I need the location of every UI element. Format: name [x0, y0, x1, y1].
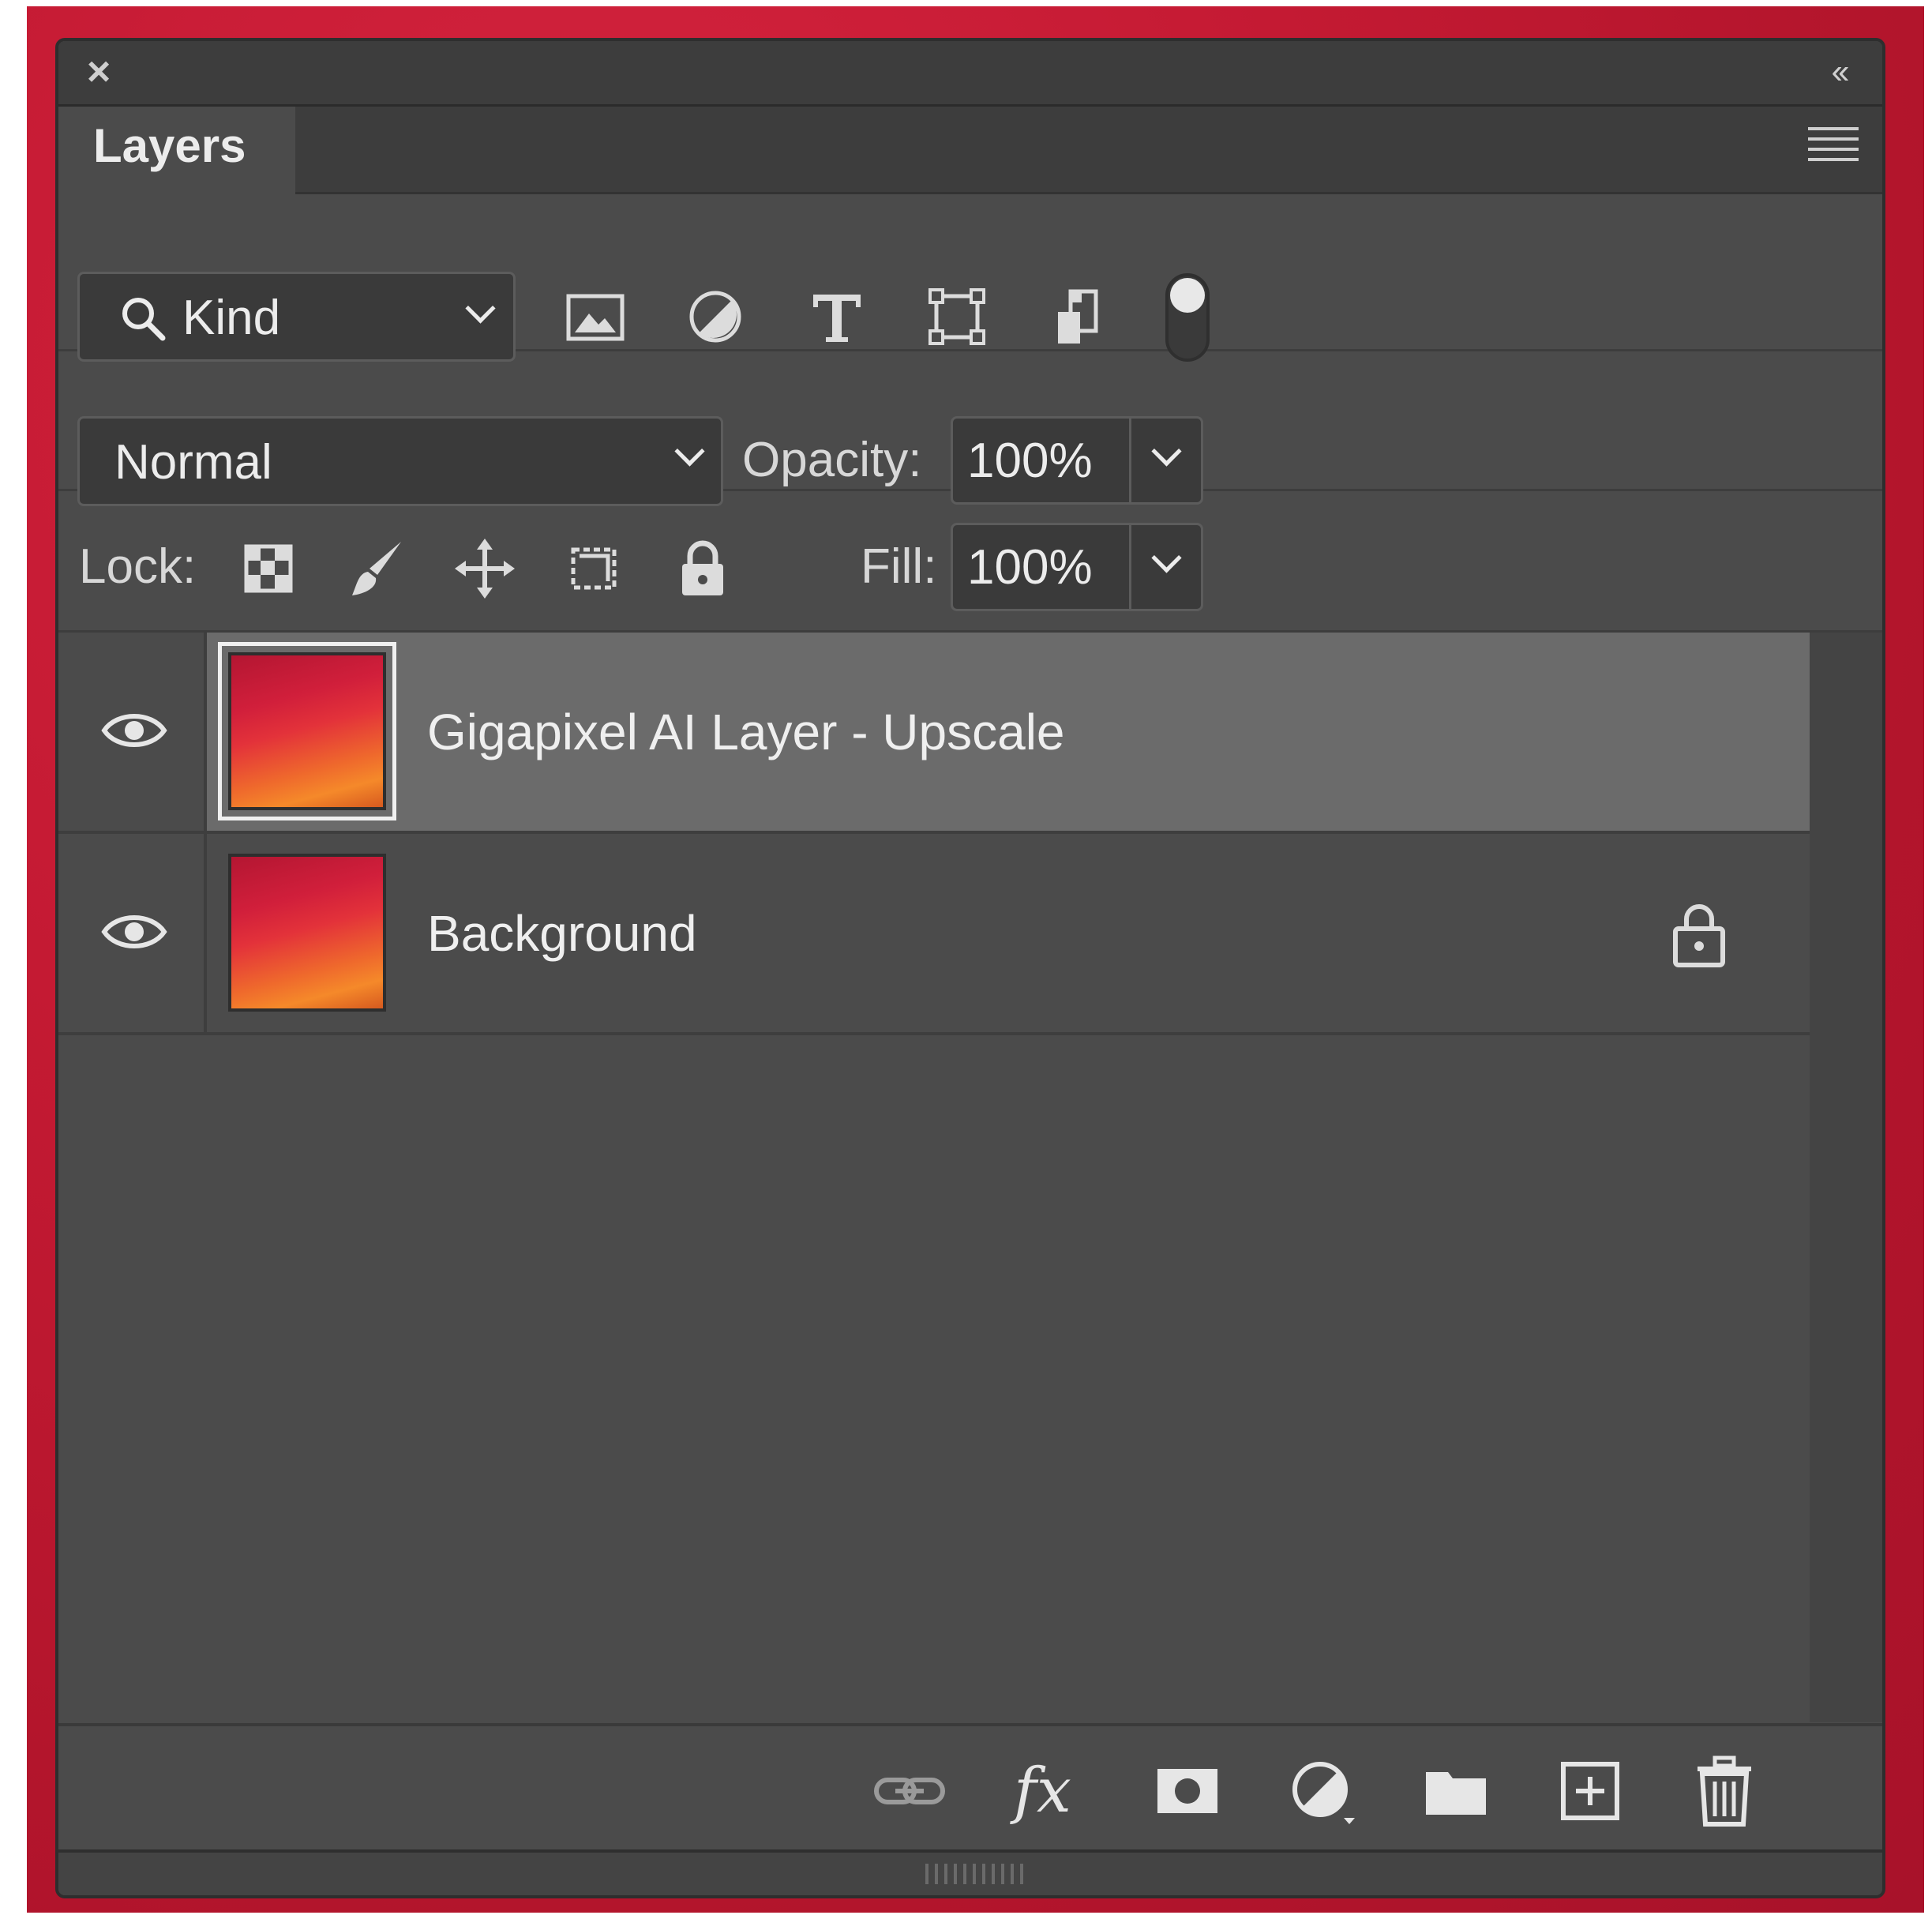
- close-icon[interactable]: ×: [79, 51, 118, 92]
- resize-grip-icon[interactable]: [925, 1864, 1028, 1884]
- fx-icon[interactable]: fx: [1014, 1753, 1090, 1829]
- blend-row: Normal Opacity: 100%: [58, 351, 1882, 506]
- chevron-down-icon[interactable]: [1151, 436, 1182, 467]
- type-filter-icon[interactable]: [805, 285, 868, 348]
- layer-name[interactable]: Gigapixel AI Layer - Upscale: [427, 700, 1065, 764]
- new-layer-icon[interactable]: [1552, 1753, 1628, 1829]
- layer-row-background[interactable]: Background: [58, 834, 1810, 1035]
- filter-toggle-icon[interactable]: [1165, 273, 1210, 362]
- kind-filter-label: Kind: [182, 291, 281, 345]
- footer-toolbar: fx: [58, 1723, 1882, 1849]
- link-layers-icon[interactable]: [872, 1753, 947, 1829]
- opacity-label: Opacity:: [742, 433, 922, 487]
- lock-icon[interactable]: [1671, 900, 1728, 970]
- chevron-down-icon: [674, 436, 705, 467]
- lock-position-move-icon[interactable]: [453, 537, 516, 600]
- chevron-down-icon[interactable]: [1151, 543, 1182, 573]
- filter-row: Kind: [58, 194, 1882, 362]
- collapse-icon[interactable]: ‹‹: [1814, 54, 1862, 90]
- layers-panel: × ‹‹ Layers Kind Normal Opacity: 100% Lo…: [55, 38, 1885, 1898]
- smart-object-filter-icon[interactable]: [1047, 285, 1110, 348]
- adjustment-filter-icon[interactable]: [684, 285, 747, 348]
- layer-name[interactable]: Background: [427, 902, 697, 965]
- panel-title-bar: × ‹‹: [58, 41, 1882, 107]
- fill-label: Fill:: [861, 539, 937, 594]
- image-filter-icon[interactable]: [564, 285, 627, 348]
- fill-field[interactable]: 100%: [951, 523, 1203, 611]
- chevron-down-icon: [465, 293, 496, 324]
- eye-visibility-icon[interactable]: [101, 908, 167, 956]
- lock-artboard-icon[interactable]: [562, 537, 625, 600]
- delete-icon[interactable]: [1686, 1753, 1762, 1829]
- layer-row-gigapixel[interactable]: Gigapixel AI Layer - Upscale: [58, 633, 1810, 834]
- shape-filter-icon[interactable]: [925, 285, 989, 348]
- lock-label: Lock:: [79, 539, 197, 594]
- fill-value[interactable]: 100%: [967, 538, 1093, 598]
- panel-menu-icon[interactable]: [1808, 127, 1859, 167]
- group-folder-icon[interactable]: [1418, 1753, 1494, 1829]
- eye-visibility-icon[interactable]: [101, 707, 167, 754]
- blend-mode-value: Normal: [114, 435, 272, 490]
- layer-thumbnail[interactable]: [218, 642, 396, 820]
- panel-resize-strip[interactable]: [58, 1849, 1882, 1895]
- layers-list: Gigapixel AI Layer - Upscale Background: [58, 633, 1810, 1722]
- lock-row: Lock: Fill: 100%: [58, 491, 1882, 633]
- lock-image-pixels-brush-icon[interactable]: [346, 537, 409, 600]
- lock-all-icon[interactable]: [671, 537, 734, 600]
- layers-scroll-gutter[interactable]: [1810, 633, 1882, 1722]
- search-icon: [122, 298, 166, 341]
- mask-icon[interactable]: [1150, 1753, 1225, 1829]
- tab-strip: Layers: [58, 107, 1882, 194]
- adjustment-layer-icon[interactable]: [1284, 1753, 1360, 1829]
- layer-thumbnail[interactable]: [228, 854, 386, 1012]
- tab-layers[interactable]: Layers: [58, 107, 295, 194]
- lock-transparent-pixels-icon[interactable]: [237, 537, 300, 600]
- opacity-value[interactable]: 100%: [967, 431, 1093, 491]
- kind-filter-select[interactable]: Kind: [77, 272, 516, 362]
